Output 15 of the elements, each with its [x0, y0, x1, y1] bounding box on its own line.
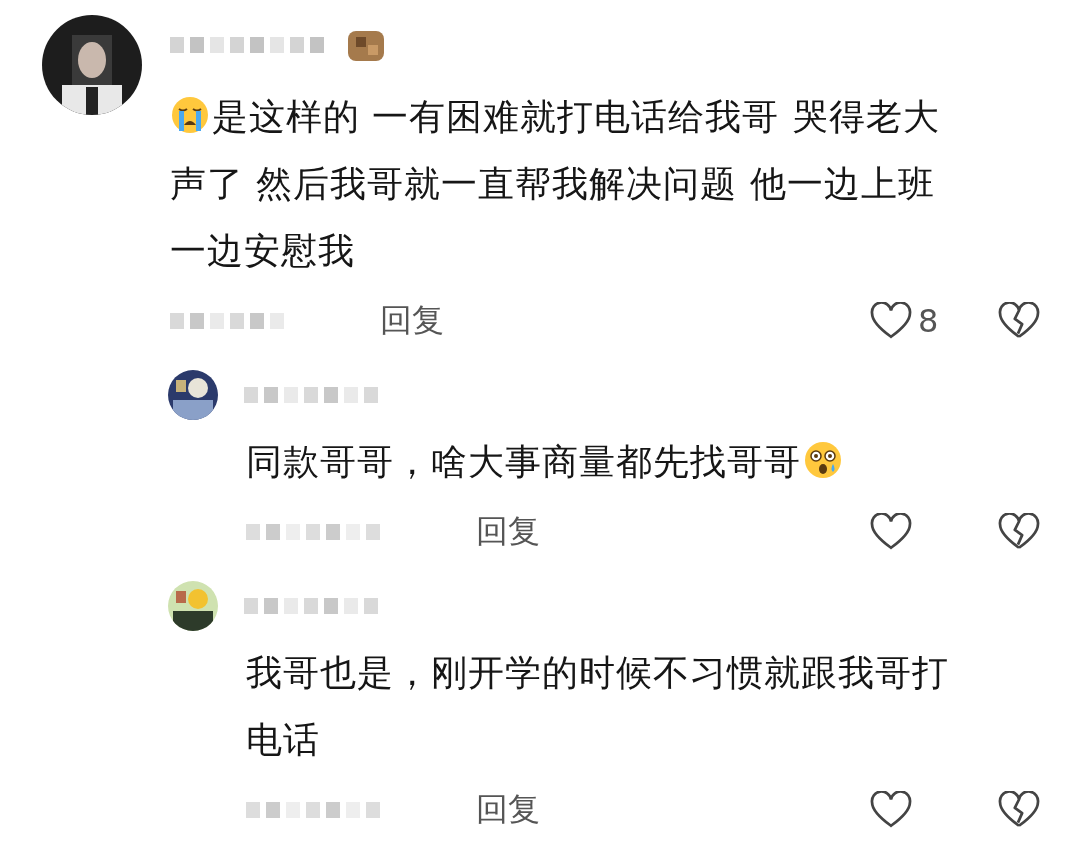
like-heart-icon[interactable] [870, 513, 912, 551]
reply-button[interactable]: 回复 [476, 788, 540, 832]
broken-heart-icon[interactable] [998, 302, 1040, 340]
like-heart-icon[interactable] [870, 302, 912, 340]
like-heart-icon[interactable] [870, 791, 912, 829]
reply-text: 同款哥哥，啥大事商量都先找哥哥 [246, 428, 966, 495]
crying-face-icon [170, 95, 210, 135]
surprised-face-icon [803, 440, 843, 480]
reply-text: 我哥也是，刚开学的时候不习惯就跟我哥打电话 [246, 651, 950, 762]
reply-button[interactable]: 回复 [476, 510, 540, 554]
reply-button[interactable]: 回复 [380, 299, 444, 343]
comment-text: 是这样的 一有困难就打电话给我哥 哭得老大声了 然后我哥就一直帮我解决问题 他一边上班一边安慰我 [170, 94, 941, 273]
broken-heart-icon[interactable] [998, 513, 1040, 551]
broken-heart-icon[interactable] [998, 791, 1040, 829]
like-count: 8 [918, 302, 940, 340]
